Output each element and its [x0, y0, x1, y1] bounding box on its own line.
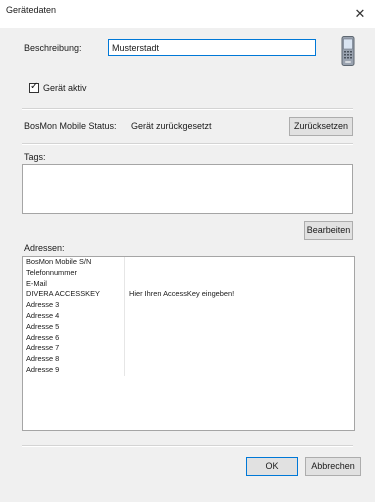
- device-active-label: Gerät aktiv: [43, 83, 87, 93]
- device-data-dialog: Gerätedaten ✕ Beschreibung: ✓ Gerät akti…: [0, 0, 375, 502]
- address-value[interactable]: [125, 268, 354, 279]
- address-row[interactable]: Telefonnummer: [23, 267, 354, 279]
- address-name: Adresse 9: [23, 364, 125, 376]
- device-active-checkbox[interactable]: ✓: [29, 81, 39, 93]
- address-name: BosMon Mobile S/N: [23, 257, 125, 268]
- address-value[interactable]: Hier Ihren AccessKey eingeben!: [125, 289, 354, 300]
- address-row[interactable]: Adresse 4: [23, 310, 354, 322]
- address-name: DIVERA ACCESSKEY: [23, 289, 125, 301]
- address-value[interactable]: [125, 322, 354, 333]
- checkmark-icon: ✓: [30, 81, 39, 92]
- address-value[interactable]: [125, 257, 354, 268]
- address-row[interactable]: Adresse 5: [23, 321, 354, 333]
- address-name: Adresse 6: [23, 332, 125, 344]
- tags-label: Tags:: [24, 152, 46, 162]
- status-label: BosMon Mobile Status:: [24, 121, 117, 131]
- address-name: Adresse 5: [23, 321, 125, 333]
- status-value: Gerät zurückgesetzt: [131, 121, 212, 131]
- window-title: Gerätedaten: [6, 5, 57, 15]
- device-active-toggle[interactable]: ✓ Gerät aktiv: [29, 81, 87, 94]
- address-name: Adresse 8: [23, 354, 125, 365]
- edit-tags-button[interactable]: Bearbeiten: [304, 221, 353, 240]
- address-value[interactable]: [125, 333, 354, 344]
- address-value[interactable]: [125, 300, 354, 311]
- mobile-device-icon: [341, 36, 355, 66]
- address-row[interactable]: Adresse 6: [23, 332, 354, 344]
- separator-middle: [22, 143, 353, 145]
- address-name: Adresse 4: [23, 310, 125, 322]
- address-name: Adresse 3: [23, 300, 125, 311]
- description-input[interactable]: [108, 39, 316, 56]
- address-row[interactable]: E-Mail: [23, 278, 354, 290]
- address-value[interactable]: [125, 279, 354, 290]
- address-value[interactable]: [125, 354, 354, 365]
- separator-bottom: [22, 445, 353, 447]
- address-value[interactable]: [125, 365, 354, 376]
- address-row[interactable]: Adresse 3: [23, 300, 354, 311]
- address-name: Adresse 7: [23, 343, 125, 355]
- address-name: Telefonnummer: [23, 267, 125, 279]
- address-row[interactable]: BosMon Mobile S/N: [23, 257, 354, 268]
- address-value[interactable]: [125, 311, 354, 322]
- address-row[interactable]: DIVERA ACCESSKEY Hier Ihren AccessKey ein…: [23, 289, 354, 301]
- cancel-button[interactable]: Abbrechen: [305, 457, 361, 476]
- ok-button[interactable]: OK: [246, 457, 298, 476]
- address-value[interactable]: [125, 343, 354, 354]
- tags-textarea[interactable]: [22, 164, 353, 214]
- address-row[interactable]: Adresse 8: [23, 354, 354, 365]
- separator-top: [22, 108, 353, 110]
- address-name: E-Mail: [23, 278, 125, 290]
- reset-button[interactable]: Zurücksetzen: [289, 117, 353, 136]
- description-label: Beschreibung:: [24, 43, 82, 53]
- addresses-label: Adressen:: [24, 243, 65, 253]
- close-icon[interactable]: ✕: [353, 7, 367, 21]
- title-bar: Gerätedaten ✕: [0, 0, 375, 28]
- address-row[interactable]: Adresse 9: [23, 364, 354, 376]
- address-row[interactable]: Adresse 7: [23, 343, 354, 355]
- addresses-table[interactable]: BosMon Mobile S/N Telefonnummer E-Mail DIVE…: [22, 256, 355, 431]
